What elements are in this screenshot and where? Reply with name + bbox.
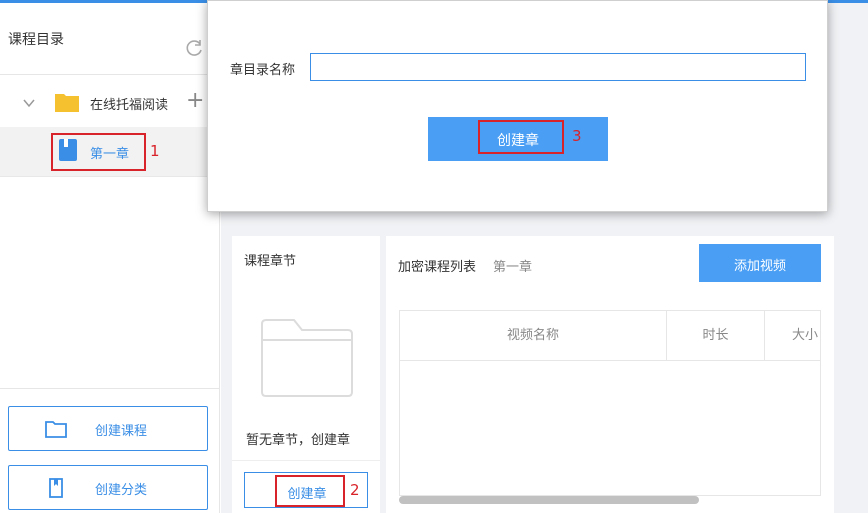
plus-icon[interactable]: + (186, 87, 204, 115)
annotation-box-2 (275, 475, 345, 507)
folder-outline-icon (45, 421, 67, 438)
chapter-name-input[interactable] (310, 53, 806, 81)
chapter-section-panel: 课程章节 暂无章节，创建章 创建章 (232, 236, 380, 513)
divider (232, 460, 380, 461)
chapter-section-title: 课程章节 (244, 254, 297, 269)
create-course-label: 创建课程 (95, 424, 148, 439)
column-size[interactable]: 大小 (765, 311, 820, 361)
annotation-number-2: 2 (350, 481, 360, 499)
encrypted-course-list-panel: 加密课程列表 第一章 添加视频 视频名称 时长 大小 (386, 236, 834, 513)
chevron-down-icon[interactable] (22, 96, 36, 110)
annotation-box-1 (51, 133, 146, 171)
book-outline-icon (49, 478, 63, 498)
folder-icon (55, 94, 79, 112)
folder-label: 在线托福阅读 (90, 98, 169, 113)
sidebar-actions: 创建课程 创建分类 (0, 388, 220, 513)
horizontal-scrollbar[interactable] (399, 496, 699, 504)
chapter-name-label: 章目录名称 (230, 63, 296, 78)
current-chapter-label: 第一章 (493, 260, 533, 275)
tree-folder-item[interactable]: 在线托福阅读 + (0, 84, 220, 122)
annotation-number-3: 3 (572, 127, 582, 145)
add-video-label: 添加视频 (733, 259, 786, 274)
create-category-label: 创建分类 (95, 483, 148, 498)
create-course-button[interactable]: 创建课程 (8, 406, 208, 451)
column-duration[interactable]: 时长 (667, 311, 765, 361)
video-table: 视频名称 时长 大小 (399, 310, 821, 496)
empty-folder-icon (261, 319, 353, 397)
annotation-box-3 (478, 120, 564, 154)
add-video-button[interactable]: 添加视频 (699, 244, 821, 282)
empty-chapters-text: 暂无章节，创建章 (246, 433, 351, 448)
table-header: 视频名称 时长 大小 (400, 311, 820, 361)
sidebar-title: 课程目录 (8, 31, 64, 48)
refresh-icon[interactable] (183, 37, 205, 59)
create-chapter-dialog: 章目录名称 创建章 (207, 0, 828, 212)
create-category-button[interactable]: 创建分类 (8, 465, 208, 510)
column-video-name[interactable]: 视频名称 (400, 311, 667, 361)
course-list-title: 加密课程列表 (398, 260, 477, 275)
annotation-number-1: 1 (150, 142, 160, 160)
